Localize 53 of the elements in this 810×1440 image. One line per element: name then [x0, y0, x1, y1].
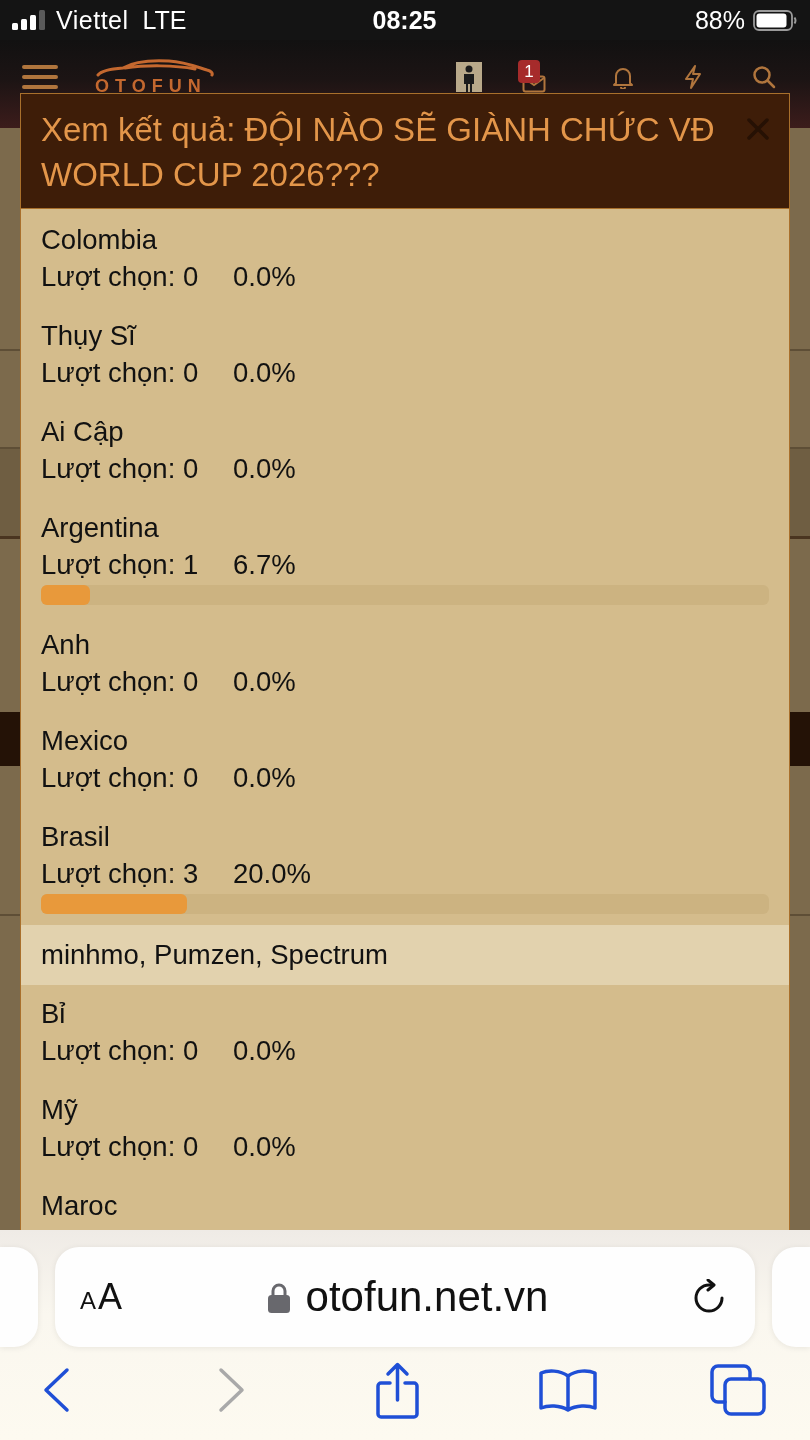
vote-count: Lượt chọn: 0	[41, 761, 199, 795]
address-bar[interactable]: AA otofun.net.vn	[55, 1247, 755, 1347]
bell-icon[interactable]	[612, 65, 634, 89]
battery-icon	[753, 9, 797, 31]
option-name: Colombia	[41, 223, 159, 257]
option-name: Thụy Sĩ	[41, 319, 138, 353]
option-name: Brasil	[41, 820, 111, 854]
lock-icon	[266, 1281, 291, 1313]
option-name: Ai Cập	[41, 415, 125, 449]
option-name: Mexico	[41, 724, 130, 758]
vote-percentage: 0.0%	[233, 260, 296, 294]
vote-count: Lượt chọn: 0	[41, 260, 199, 294]
url-text[interactable]: otofun.net.vn	[305, 1273, 549, 1321]
vote-percentage: 20.0%	[233, 857, 311, 891]
notification-badge: 1	[518, 60, 540, 83]
voter-list: minhmo, Pumzen, Spectrum	[21, 925, 789, 985]
vote-count: Lượt chọn: 0	[41, 1034, 199, 1068]
text-size-button[interactable]: AA	[80, 1276, 125, 1318]
vote-percentage: 0.0%	[233, 1130, 296, 1164]
vote-count: Lượt chọn: 3	[41, 857, 199, 891]
vote-count: Lượt chọn: 0	[41, 665, 199, 699]
option-name: Maroc	[41, 1189, 119, 1223]
car-outline-icon	[95, 59, 215, 77]
option-name: Argentina	[41, 511, 160, 545]
menu-icon[interactable]	[22, 64, 58, 90]
dialog-title: Xem kết quả: ĐỘI NÀO SẼ GIÀNH CHỨC VĐ WORLD CUP 2026???	[41, 110, 716, 195]
vote-count: Lượt chọn: 0	[41, 452, 199, 486]
tabs-icon[interactable]	[710, 1364, 766, 1416]
vote-count: Lượt chọn: 1	[41, 548, 199, 582]
book-icon[interactable]	[538, 1367, 598, 1413]
logo-text[interactable]: OTOFUN	[95, 77, 207, 95]
search-icon[interactable]	[752, 65, 776, 89]
vote-percentage: 0.0%	[233, 761, 296, 795]
vote-percentage: 0.0%	[233, 452, 296, 486]
lightning-icon[interactable]	[683, 65, 703, 89]
battery-percentage: 88%	[694, 5, 745, 35]
avatar-icon[interactable]	[456, 62, 482, 92]
share-icon[interactable]	[375, 1361, 420, 1419]
envelope-icon[interactable]	[522, 75, 546, 93]
network-type: LTE	[142, 5, 187, 35]
vote-percentage: 0.0%	[233, 356, 296, 390]
vote-count: Lượt chọn: 0	[41, 1130, 199, 1164]
option-name: Bỉ	[41, 997, 67, 1031]
vote-percentage: 0.0%	[233, 665, 296, 699]
signal-icon	[12, 10, 46, 30]
vote-percentage: 6.7%	[233, 548, 296, 582]
clock-time: 08:25	[372, 5, 437, 35]
option-name: Mỹ	[41, 1093, 79, 1127]
carrier-name: Viettel	[56, 5, 129, 35]
back-icon[interactable]	[43, 1367, 70, 1413]
vote-count: Lượt chọn: 0	[41, 356, 199, 390]
vote-percentage: 0.0%	[233, 1034, 296, 1068]
option-name: Anh	[41, 628, 91, 662]
